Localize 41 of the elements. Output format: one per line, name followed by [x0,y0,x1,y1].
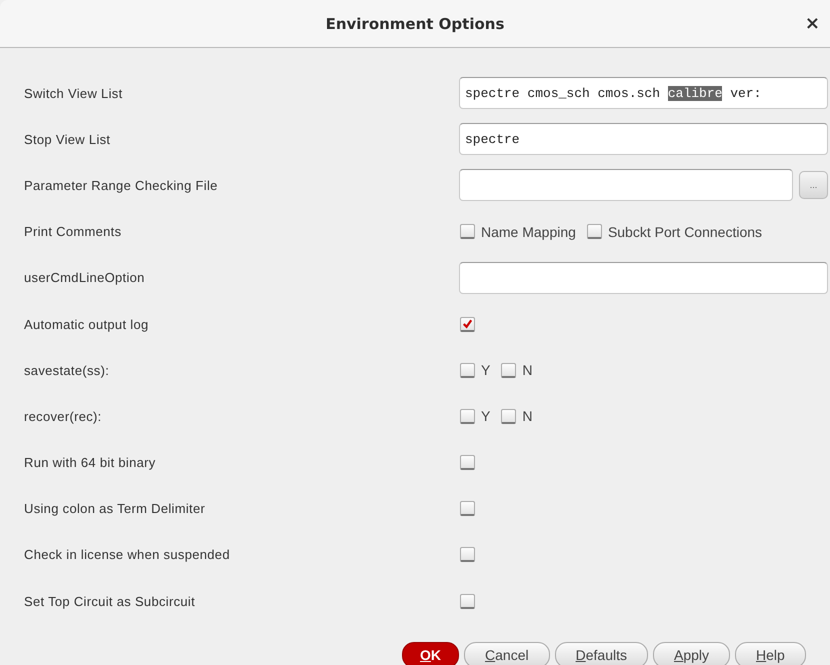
close-button[interactable]: × [804,13,820,34]
dialog-button[interactable]: Cancel [464,642,550,665]
field-label: Switch View List [24,86,124,101]
dialog-button[interactable]: Apply [652,642,730,665]
checkbox-label: Y [481,362,490,378]
checkbox[interactable] [460,316,475,332]
input-field[interactable] [459,262,828,294]
dialog-button[interactable]: Defaults [554,642,648,665]
browse-button[interactable]: ... [799,171,828,200]
checkbox[interactable] [460,224,475,240]
field-label: savestate(ss): [24,362,110,378]
field-label: Using colon as Term Delimiter [24,501,206,516]
checkbox-label: N [522,362,532,378]
checkbox-label: Name Mapping [481,224,576,240]
field-label: Check in license when suspended [24,547,231,562]
checkbox-label: Subckt Port Connections [608,224,762,240]
checkbox[interactable] [460,547,475,562]
field-label: Automatic output log [24,316,150,332]
field-label: Run with 64 bit binary [24,455,157,470]
checkbox[interactable] [460,362,475,378]
checkbox[interactable] [460,455,475,470]
window-title: Environment Options [326,14,504,32]
dialog-button[interactable]: OK [402,642,460,665]
field-label: Set Top Circuit as Subcircuit [24,594,196,609]
input-field[interactable] [459,169,793,202]
checkbox[interactable] [460,501,475,516]
input-field[interactable]: spectre [459,123,828,156]
dialog-button[interactable]: Help [735,642,806,665]
checkbox[interactable] [501,362,516,378]
checkbox[interactable] [460,408,475,424]
field-label: Parameter Range Checking File [24,178,219,193]
input-field[interactable]: spectre cmos_sch cmos.sch calibre ver: [459,77,828,110]
checkbox[interactable] [586,224,602,240]
field-label: recover(rec): [24,408,103,424]
field-label: Stop View List [24,132,112,147]
field-label: userCmdLineOption [24,270,146,286]
checkbox[interactable] [460,594,475,609]
checkbox-label: Y [481,408,490,424]
checkbox[interactable] [501,408,516,424]
field-label: Print Comments [24,224,122,240]
checkbox-label: N [522,408,532,424]
